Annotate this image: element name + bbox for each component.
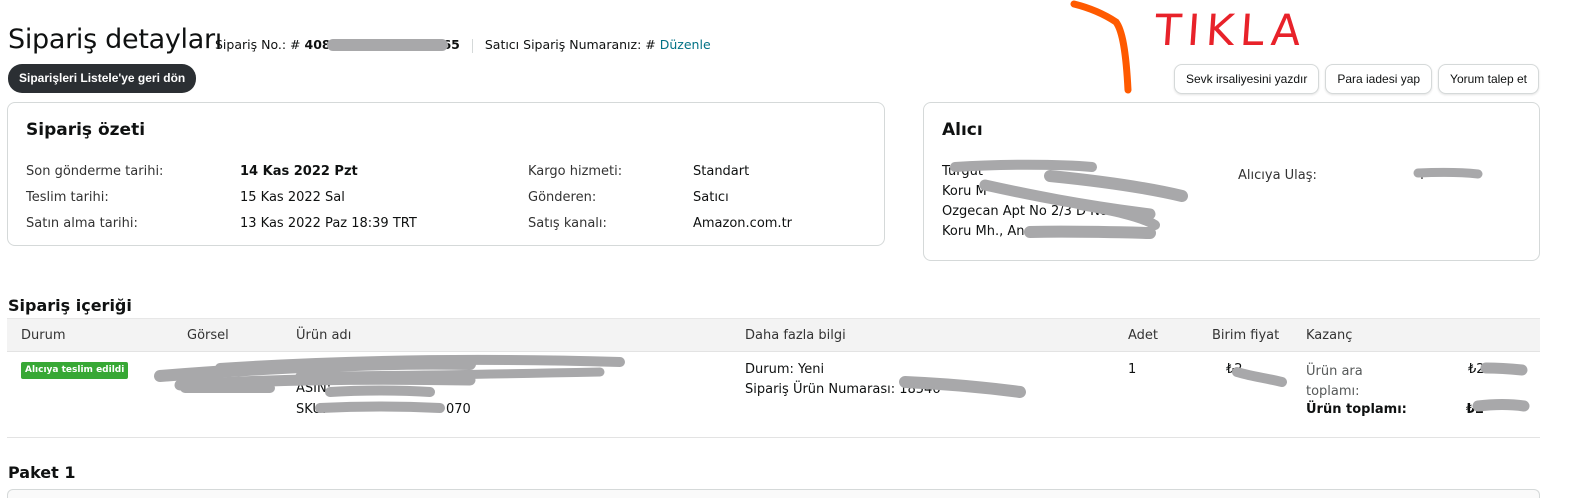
contact-buyer-link[interactable]: T xyxy=(1418,168,1426,183)
order-meta: Sipariş No.: # 408- 365 Satıcı Sipariş Nu… xyxy=(215,37,711,53)
summary-title: Sipariş özeti xyxy=(26,120,146,140)
subtotal-value: ₺25 xyxy=(1468,362,1493,377)
address-line-3: Ozgecan Apt No 2/3 D No 9 xyxy=(942,204,1121,219)
total-label: Ürün toplamı: xyxy=(1306,402,1407,417)
col-unit-price: Birim fiyat xyxy=(1212,328,1280,343)
recipient-title: Alıcı xyxy=(942,120,983,140)
contents-title: Sipariş içeriği xyxy=(8,296,132,315)
unit-price-value: ₺2 xyxy=(1226,362,1243,377)
col-proceeds: Kazanç xyxy=(1306,328,1353,343)
back-to-orders-button[interactable]: Siparişleri Listele'ye geri dön xyxy=(8,64,197,93)
deliver-by-label: Teslim tarihi: xyxy=(26,190,109,205)
purchase-date-value: 13 Kas 2022 Paz 18:39 TRT xyxy=(240,216,417,231)
edit-link[interactable]: Düzenle xyxy=(660,37,711,52)
col-quantity: Adet xyxy=(1128,328,1159,343)
sales-channel-value: Amazon.com.tr xyxy=(693,216,793,231)
purchase-date-label: Satın alma tarihi: xyxy=(26,216,138,231)
status-badge: Alıcıya teslim edildi xyxy=(21,362,129,379)
action-buttons: Sevk irsaliyesini yazdır Para iadesi yap… xyxy=(1173,64,1539,94)
order-no-suffix: 365 xyxy=(433,37,460,52)
subtotal-label: Ürün ara toplamı: xyxy=(1306,364,1363,399)
col-product-name: Ürün adı xyxy=(296,328,352,343)
order-summary-card: Sipariş özeti Son gönderme tarihi: 14 Ka… xyxy=(7,102,885,246)
col-more-info: Daha fazla bilgi xyxy=(745,328,846,343)
fulfillment-label: Gönderen: xyxy=(528,190,597,205)
col-image: Görsel xyxy=(187,328,229,343)
sku-value: 070 xyxy=(446,402,471,417)
col-status: Durum xyxy=(21,328,66,343)
seller-order-label: Satıcı Sipariş Numaranız: # xyxy=(484,37,656,52)
contact-buyer-label: Alıcıya Ulaş: xyxy=(1238,168,1317,183)
row-divider xyxy=(7,437,1540,438)
refund-button[interactable]: Para iadesi yap xyxy=(1325,64,1433,94)
address-line-4: Koru Mh., An xyxy=(942,224,1025,239)
ship-by-label: Son gönderme tarihi: xyxy=(26,164,164,179)
print-packing-slip-button[interactable]: Sevk irsaliyesini yazdır xyxy=(1173,64,1320,94)
recipient-card: Alıcı Turgut Koru M Ozgecan Apt No 2/3 D… xyxy=(923,102,1540,261)
quantity-value: 1 xyxy=(1128,362,1137,377)
address-line-2: Koru M xyxy=(942,184,987,199)
sku-label: SKU: xyxy=(296,402,327,417)
annotation-arrow xyxy=(1070,0,1132,94)
order-no-prefix: 408- xyxy=(304,37,336,52)
meta-divider xyxy=(471,38,473,53)
request-review-button[interactable]: Yorum talep et xyxy=(1438,64,1539,94)
package-box xyxy=(7,489,1540,498)
fulfillment-value: Satıcı xyxy=(693,190,729,205)
order-no-label: Sipariş No.: # xyxy=(215,37,301,52)
deliver-by-value: 15 Kas 2022 Sal xyxy=(240,190,345,205)
total-value: ₺2 xyxy=(1466,402,1485,417)
package-title: Paket 1 xyxy=(8,463,76,482)
condition-value: Durum: Yeni xyxy=(745,362,825,377)
annotation-label: TIKLA xyxy=(1153,6,1309,56)
order-item-number: Sipariş Ürün Numarası: 18546 xyxy=(745,382,941,397)
sales-channel-label: Satış kanalı: xyxy=(528,216,607,231)
shipping-service-value: Standart xyxy=(693,164,750,179)
shipping-service-label: Kargo hizmeti: xyxy=(528,164,623,179)
contents-table-header: Durum Görsel Ürün adı Daha fazla bilgi A… xyxy=(7,318,1540,352)
page-title: Sipariş detayları xyxy=(8,24,222,55)
ship-by-value: 14 Kas 2022 Pzt xyxy=(240,164,358,179)
asin-label: ASIN: xyxy=(296,381,332,396)
address-line-1: Turgut xyxy=(942,164,983,179)
